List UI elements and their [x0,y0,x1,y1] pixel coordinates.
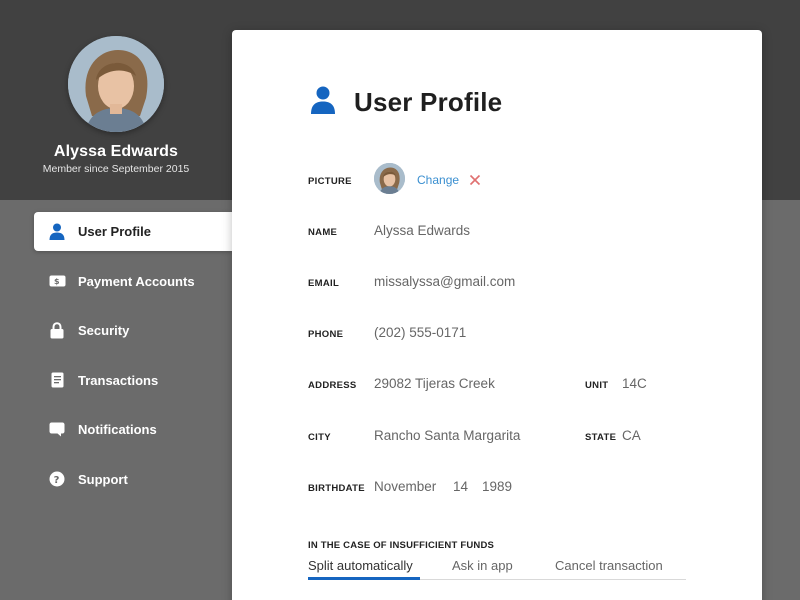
phone-label: PHONE [308,329,344,340]
phone-field[interactable]: (202) 555-0171 [374,325,466,340]
svg-text:?: ? [54,475,60,486]
document-icon [48,371,66,389]
state-field[interactable]: CA [622,428,641,443]
sidebar-item-notifications[interactable]: Notifications [34,410,232,449]
profile-name: Alyssa Edwards [53,143,179,160]
birthdate-month-field[interactable]: November [374,479,436,494]
profile-avatar [68,36,164,132]
avatar-image [68,36,164,132]
state-label: STATE [585,432,617,443]
active-tab-indicator [308,577,420,580]
insufficient-funds-heading: IN THE CASE OF INSUFFICIENT FUNDS [308,540,495,551]
sidebar-item-user-profile[interactable]: User Profile [34,212,232,251]
profile-card: User Profile PICTURE Change NAME Alyssa … [232,30,762,600]
member-since-text: Member since September 2015 [42,163,190,175]
insufficient-funds-tabs: Split automatically Ask in app Cancel tr… [308,558,686,580]
avatar-image [374,163,405,194]
email-field[interactable]: missalyssa@gmail.com [374,274,515,289]
sidebar-item-label: Security [78,323,130,339]
picture-thumbnail [374,163,405,194]
address-label: ADDRESS [308,380,357,391]
sidebar-item-payment-accounts[interactable]: $ Payment Accounts [34,262,232,301]
sidebar-item-label: Payment Accounts [78,273,195,289]
sidebar-item-label: Notifications [78,422,157,438]
tab-ask-in-app[interactable]: Ask in app [452,558,513,573]
sidebar-item-label: User Profile [78,224,151,239]
picture-label: PICTURE [308,176,352,187]
user-icon [48,223,66,241]
unit-field[interactable]: 14C [622,376,647,391]
svg-text:$: $ [54,277,60,286]
name-label: NAME [308,227,338,238]
help-icon: ? [48,470,66,488]
sidebar-item-label: Support [78,471,128,487]
chat-bubble-icon [48,421,66,439]
sidebar-nav: User Profile $ Payment Accounts Security… [34,212,232,510]
page-title: User Profile [354,87,503,117]
user-icon [310,86,336,114]
birthdate-day-field[interactable]: 14 [453,479,468,494]
name-field[interactable]: Alyssa Edwards [374,223,470,238]
tab-cancel-transaction[interactable]: Cancel transaction [555,558,663,573]
tab-split-automatically[interactable]: Split automatically [308,558,413,573]
city-label: CITY [308,432,331,443]
email-label: EMAIL [308,278,340,289]
change-picture-link[interactable]: Change [417,173,459,187]
birthdate-label: BIRTHDATE [308,483,365,494]
close-icon[interactable] [469,173,481,186]
address-field[interactable]: 29082 Tijeras Creek [374,376,495,391]
sidebar-item-support[interactable]: ? Support [34,460,232,499]
birthdate-year-field[interactable]: 1989 [482,479,512,494]
sidebar-item-transactions[interactable]: Transactions [34,361,232,400]
sidebar-item-label: Transactions [78,372,159,388]
sidebar-item-security[interactable]: Security [34,311,232,350]
unit-label: UNIT [585,380,609,391]
lock-icon [48,322,66,340]
payment-card-icon: $ [48,272,66,290]
city-field[interactable]: Rancho Santa Margarita [374,428,520,443]
